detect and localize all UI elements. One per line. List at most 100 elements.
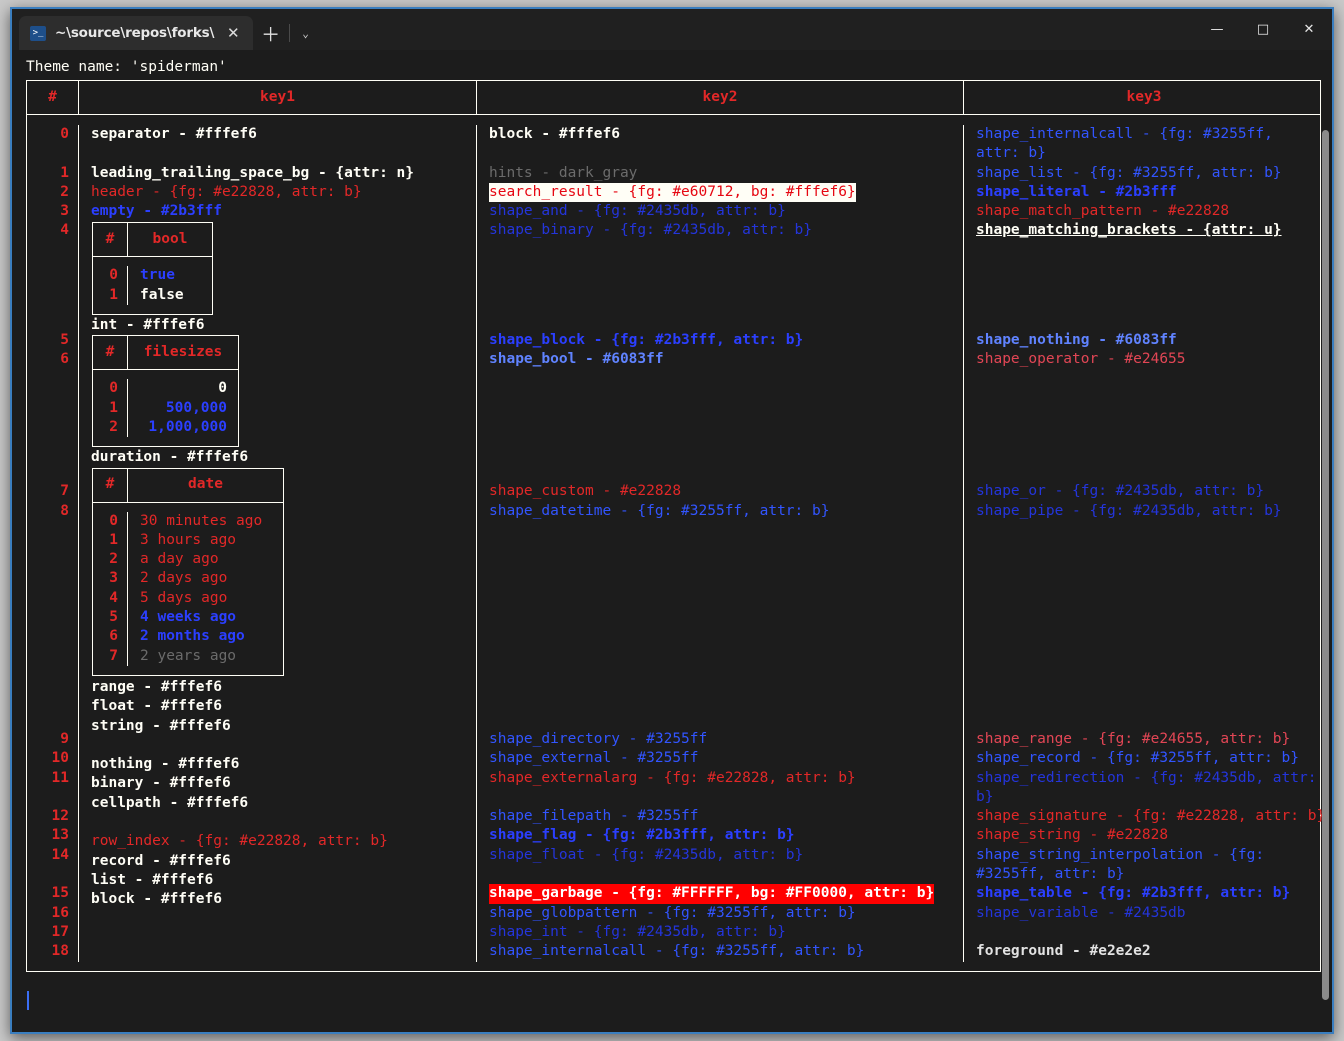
- table-border: # key1 key2 key3 0 1 2 3 4 5 6 7 8 9 10 …: [26, 80, 1326, 972]
- key2-entry: shape_int - {fg: #2435db, attr: b}: [489, 923, 786, 940]
- row-index-column: 0 1 2 3 4 5 6 7 8 9 10 11 12 13 14 15 16…: [27, 125, 78, 962]
- key3-entry: shape_literal - #2b3fff: [976, 183, 1177, 200]
- key2-entry: shape_datetime - {fg: #3255ff, attr: b}: [489, 502, 830, 519]
- key1-entry: leading_trailing_space_bg - {attr: n}: [91, 164, 415, 181]
- key2-entry: shape_external - #3255ff: [489, 750, 699, 767]
- key2-entry: shape_bool - #6083ff: [489, 351, 664, 368]
- key3-entry: shape_matching_brackets - {attr: u}: [976, 222, 1282, 239]
- key2-entry: shape_custom - #e22828: [489, 483, 682, 500]
- window-controls: — □ ✕: [1194, 9, 1332, 50]
- date-subtable: # date 0 1 2 3 4 5 6 7 30 minutes ago 3 …: [92, 467, 284, 676]
- filesizes-header-row: # filesizes: [93, 336, 238, 370]
- bool-value: false: [140, 286, 184, 303]
- key3-entry: shape_redirection - {fg: #2435db, attr: …: [976, 769, 1326, 805]
- tab-title: ~\source\repos\forks\nu_scrip: [55, 25, 215, 41]
- minimize-button[interactable]: —: [1194, 9, 1240, 50]
- date-value: 30 minutes ago: [140, 512, 263, 529]
- key2-entry-garbage: shape_garbage - {fg: #FFFFFF, bg: #FF000…: [489, 884, 963, 904]
- key2-entry: shape_externalarg - {fg: #e22828, attr: …: [489, 769, 856, 786]
- filesizes-header-index: #: [105, 344, 115, 361]
- row-index: 10: [51, 750, 69, 767]
- bool-subtable: # bool 0 1 true false: [92, 222, 213, 316]
- header-index: #: [48, 88, 57, 105]
- row-index: 7: [109, 647, 118, 664]
- key1-entry: record - #fffef6: [91, 852, 231, 869]
- key3-column: shape_internalcall - {fg: #3255ff, attr:…: [964, 125, 1326, 962]
- row-index: 2: [109, 551, 118, 568]
- terminal-content[interactable]: Theme name: 'spiderman' # key1 key2 key3: [12, 50, 1332, 1032]
- key2-entry: shape_flag - {fg: #2b3fff, attr: b}: [489, 827, 795, 844]
- scrollbar[interactable]: [1321, 52, 1330, 1030]
- key1-entry: block - #fffef6: [91, 891, 222, 908]
- filesizes-value-column: 0 500,000 1,000,000: [128, 379, 238, 437]
- scrollbar-thumb[interactable]: [1322, 130, 1329, 1000]
- row-index: 11: [51, 769, 69, 786]
- row-index: 8: [60, 502, 69, 519]
- new-tab-button[interactable]: ＋: [253, 16, 289, 50]
- row-index: 0: [109, 512, 118, 529]
- key3-entry: shape_record - {fg: #3255ff, attr: b}: [976, 750, 1300, 767]
- key1-entry: empty - #2b3fff: [91, 203, 222, 220]
- row-index: 4: [109, 589, 118, 606]
- row-index: 0: [60, 126, 69, 142]
- key2-entry: shape_filepath - #3255ff: [489, 808, 699, 825]
- row-index: 0: [109, 267, 118, 284]
- date-header-index: #: [105, 476, 115, 493]
- close-window-button[interactable]: ✕: [1286, 9, 1332, 50]
- date-index-column: 0 1 2 3 4 5 6 7: [93, 512, 127, 666]
- row-index: 13: [51, 827, 69, 844]
- close-tab-icon[interactable]: ✕: [224, 24, 243, 43]
- key3-entry: shape_pipe - {fg: #2435db, attr: b}: [976, 502, 1282, 519]
- table-header-row: # key1 key2 key3: [27, 81, 1320, 114]
- bool-value-column: true false: [128, 266, 212, 305]
- key3-entry: foreground - #e2e2e2: [976, 943, 1151, 960]
- date-value: 2 years ago: [140, 647, 237, 664]
- key1-entry: range - #fffef6: [91, 678, 222, 695]
- date-value: 2 months ago: [140, 628, 245, 645]
- date-header-label: date: [188, 476, 223, 493]
- bool-header-row: # bool: [93, 223, 212, 257]
- key1-entry: int - #fffef6: [91, 317, 205, 334]
- maximize-button[interactable]: □: [1240, 9, 1286, 50]
- filesizes-header-label: filesizes: [143, 344, 223, 361]
- bool-header-index: #: [105, 231, 115, 248]
- row-index: 9: [60, 730, 69, 747]
- key3-entry: shape_or - {fg: #2435db, attr: b}: [976, 483, 1265, 500]
- row-index: 1: [109, 531, 118, 548]
- key3-entry: shape_internalcall - {fg: #3255ff, attr:…: [976, 126, 1282, 162]
- key2-entry: block - #fffef6: [489, 126, 620, 142]
- key3-entry: shape_string - #e22828: [976, 827, 1169, 844]
- key2-entry: shape_block - {fg: #2b3fff, attr: b}: [489, 331, 804, 348]
- tab-nu-script[interactable]: >_ ~\source\repos\forks\nu_scrip ✕: [19, 16, 253, 50]
- row-index: 16: [51, 904, 69, 921]
- filesize-value: 0: [218, 380, 227, 397]
- key3-entry: shape_string_interpolation - {fg: #3255f…: [976, 846, 1273, 883]
- key3-entry: shape_table - {fg: #2b3fff, attr: b}: [976, 885, 1291, 902]
- date-value: 5 days ago: [140, 589, 228, 606]
- row-index: 2: [60, 183, 69, 200]
- key2-entry: shape_binary - {fg: #2435db, attr: b}: [489, 222, 813, 239]
- date-header-row: # date: [93, 468, 283, 502]
- bool-body: 0 1 true false: [93, 257, 212, 314]
- row-index: 1: [109, 286, 118, 303]
- tab-dropdown-icon[interactable]: ⌄: [290, 16, 322, 50]
- search-result-highlight: search_result - {fg: #e60712, bg: #fffef…: [489, 182, 856, 203]
- key1-entry: duration - #fffef6: [91, 449, 249, 466]
- key1-entry: row_index - {fg: #e22828, attr: b}: [91, 833, 388, 850]
- theme-table: # key1 key2 key3 0 1 2 3 4 5 6 7 8 9 10 …: [26, 80, 1326, 972]
- key3-entry: shape_operator - #e24655: [976, 351, 1186, 368]
- row-index: 18: [51, 943, 69, 960]
